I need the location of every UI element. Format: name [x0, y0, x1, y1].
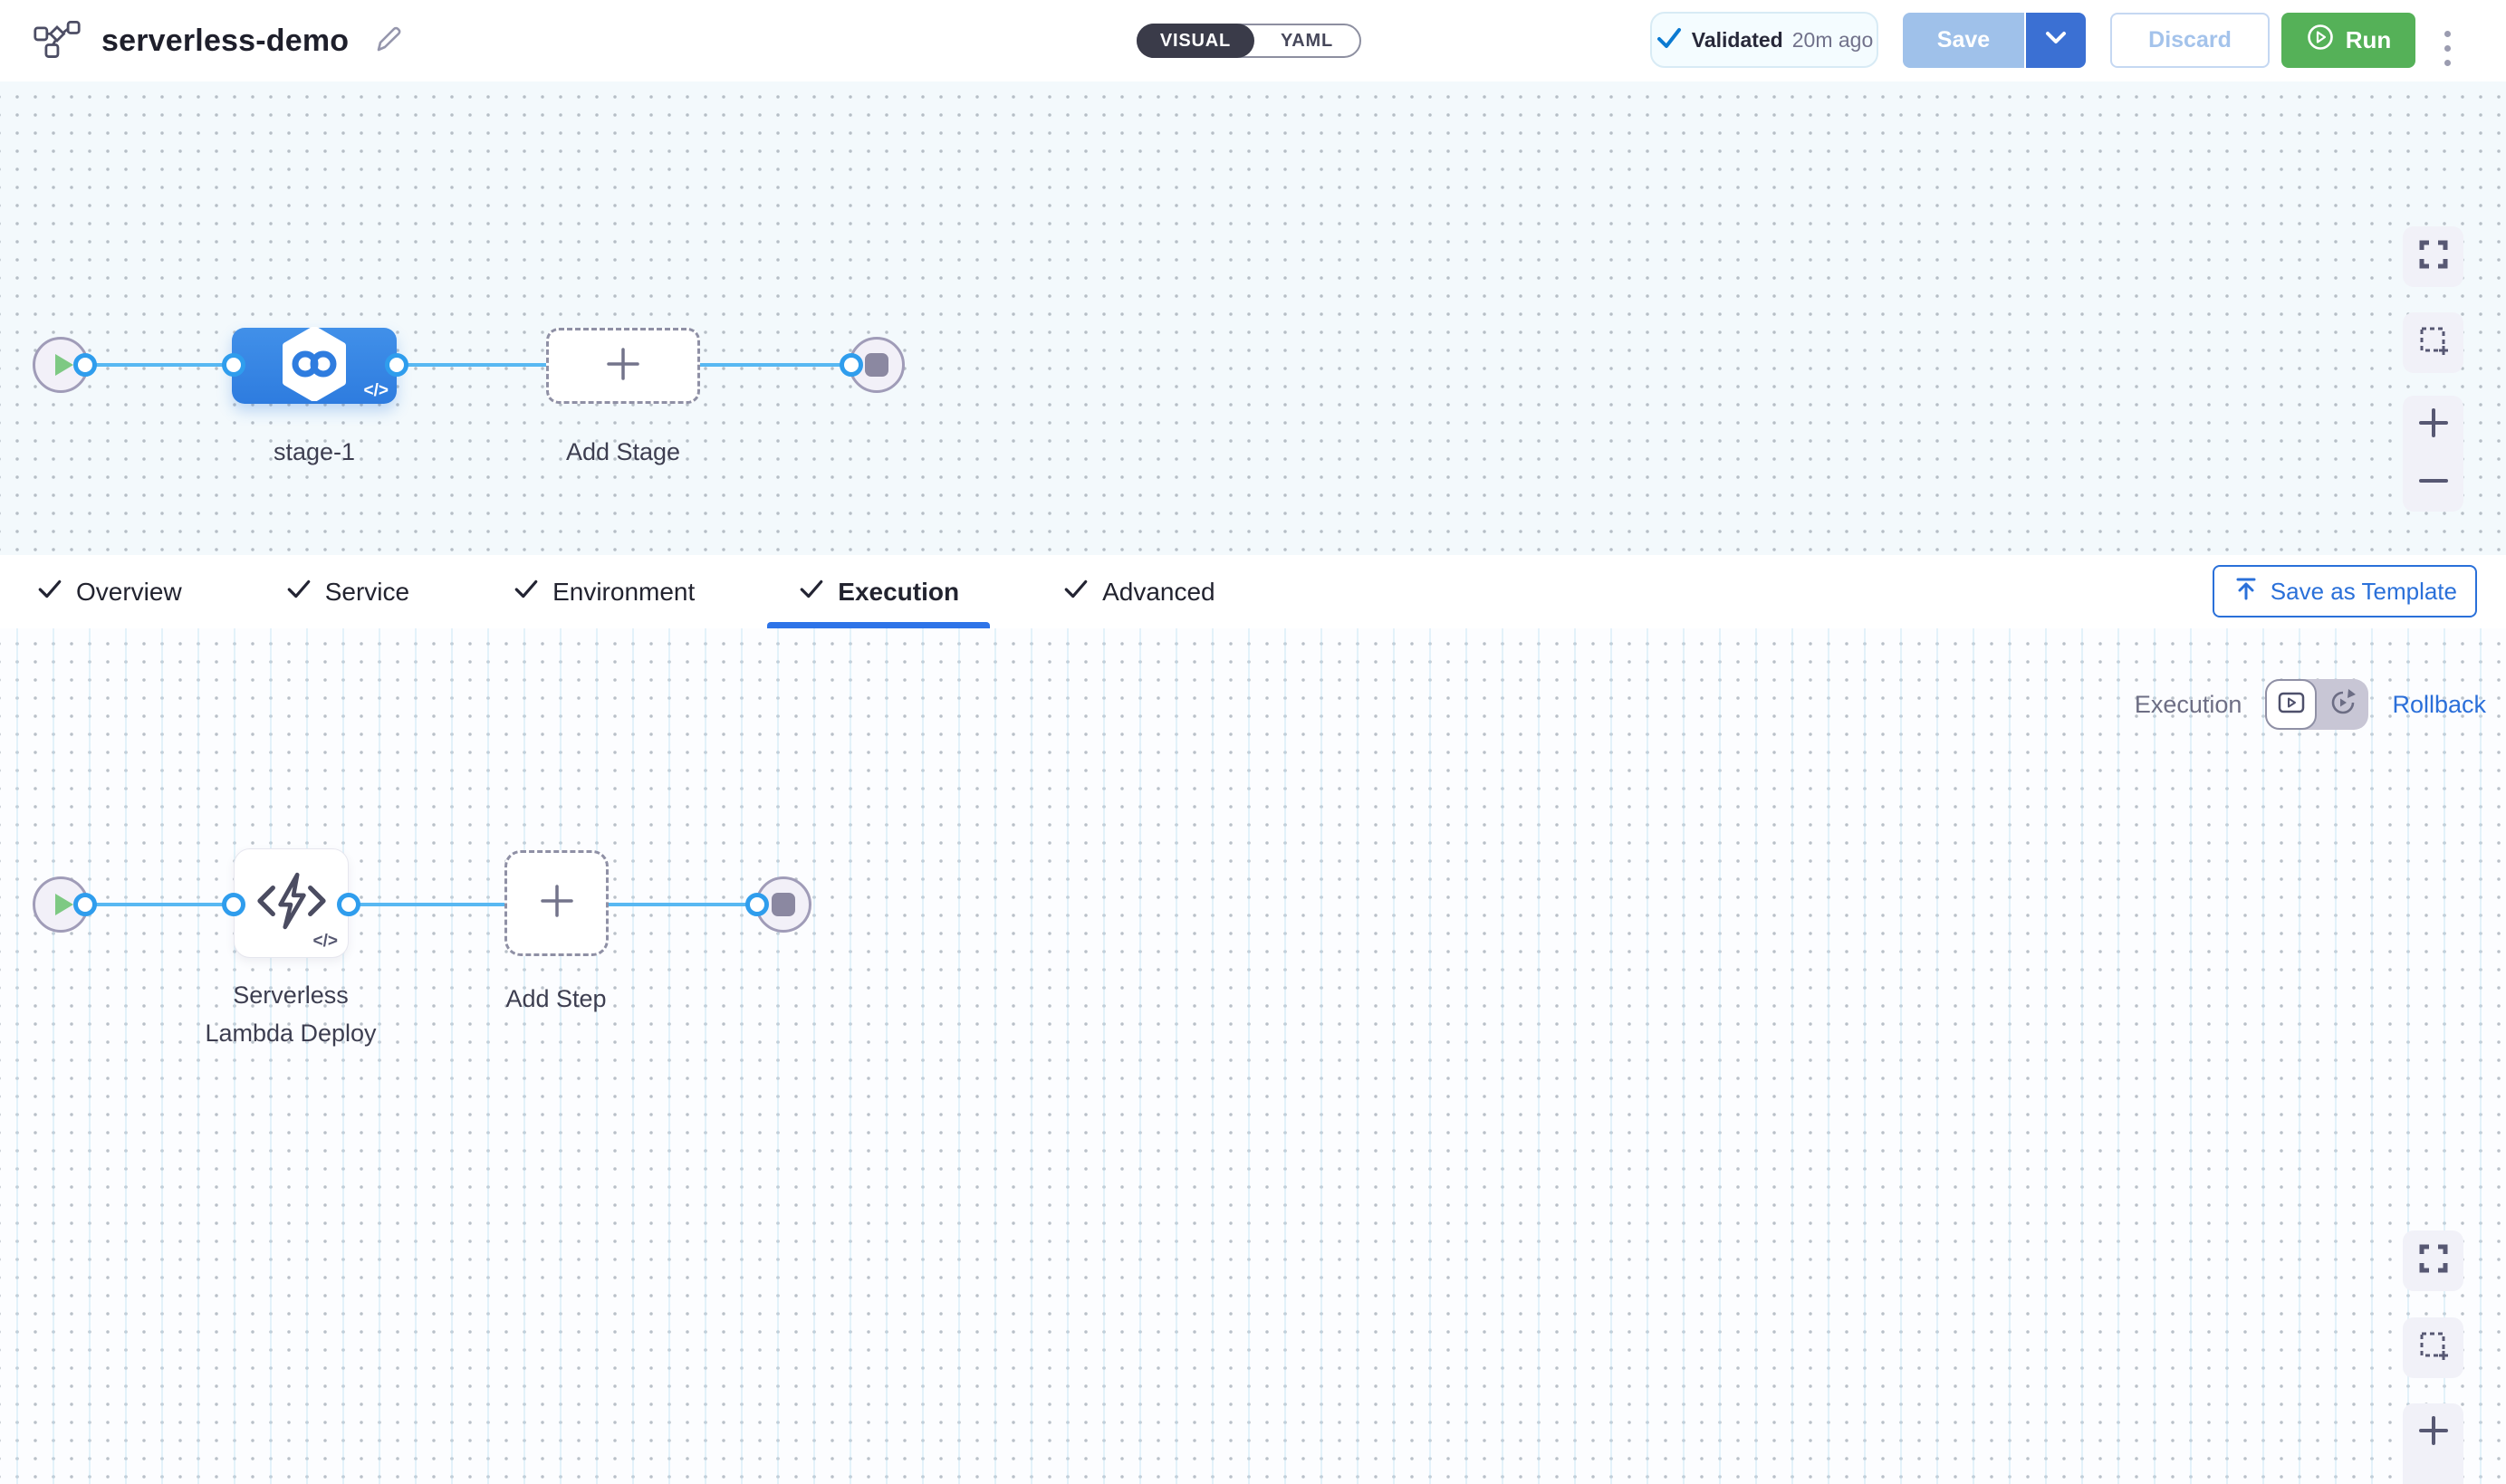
fit-to-screen-button[interactable]	[2403, 226, 2463, 287]
stage-tabs-bar: Overview Service Environment Execution	[0, 555, 2506, 628]
visual-yaml-toggle: VISUAL YAML	[1137, 24, 1361, 58]
toggle-yaml[interactable]: YAML	[1254, 25, 1359, 56]
add-stage-button[interactable]	[546, 328, 700, 404]
execution-view-button[interactable]	[2265, 679, 2317, 730]
tab-overview[interactable]: Overview	[5, 555, 213, 628]
stop-square-icon	[772, 893, 795, 916]
run-button[interactable]: Run	[2281, 13, 2415, 68]
zoom-in-icon[interactable]	[2417, 1414, 2450, 1451]
marquee-select-button[interactable]	[2403, 1317, 2463, 1378]
fit-to-screen-button[interactable]	[2403, 1230, 2463, 1291]
upload-icon	[2232, 575, 2260, 608]
discard-button[interactable]: Discard	[2110, 13, 2270, 68]
fullscreen-icon	[2418, 239, 2449, 274]
fullscreen-icon	[2418, 1243, 2449, 1278]
edit-pencil-icon	[372, 23, 405, 60]
tab-advanced[interactable]: Advanced	[1032, 555, 1246, 628]
marquee-select-icon	[2418, 1330, 2449, 1365]
stage-node[interactable]: </>	[232, 328, 397, 404]
tab-environment[interactable]: Environment	[482, 555, 725, 628]
zoom-controls	[2403, 396, 2463, 512]
tab-check-icon	[36, 575, 63, 608]
edge-start-to-stage	[85, 363, 234, 367]
port-end-in[interactable]	[745, 893, 769, 916]
validated-time: 20m ago	[1792, 28, 1874, 53]
kebab-menu-icon	[2444, 31, 2451, 37]
zoom-out-icon[interactable]	[2417, 464, 2450, 502]
add-step-label: Add Step	[466, 980, 647, 1018]
validated-status: Validated	[1692, 28, 1783, 53]
edit-title-button[interactable]	[369, 21, 408, 61]
port-step-in[interactable]	[222, 893, 245, 916]
plus-icon	[539, 883, 575, 924]
serverless-stage-icon	[281, 327, 348, 406]
plus-icon	[605, 346, 641, 387]
port-stage-out[interactable]	[385, 353, 408, 377]
lambda-step-icon	[252, 871, 331, 935]
port-start-out[interactable]	[73, 353, 97, 377]
execution-rollback-toggle	[2265, 679, 2368, 730]
header-bar: serverless-demo VISUAL YAML Validated 20…	[0, 0, 2506, 81]
page-title: serverless-demo	[101, 24, 349, 59]
kebab-menu-button[interactable]	[2436, 23, 2458, 73]
tab-check-icon	[285, 575, 312, 608]
port-step-out[interactable]	[337, 893, 360, 916]
stage-name-label: stage-1	[224, 433, 405, 471]
stop-square-icon	[865, 353, 888, 377]
validated-badge[interactable]: Validated 20m ago	[1650, 12, 1878, 68]
port-start-out[interactable]	[73, 893, 97, 916]
run-button-label: Run	[2346, 26, 2392, 54]
toggle-visual[interactable]: VISUAL	[1137, 24, 1254, 58]
tab-label: Service	[325, 578, 409, 607]
rollback-view-icon	[2328, 688, 2357, 722]
active-tab-underline	[767, 622, 990, 628]
zoom-out-icon[interactable]	[2417, 1473, 2450, 1484]
execution-canvas[interactable]: Execution	[0, 628, 2506, 1484]
port-end-in[interactable]	[840, 353, 863, 377]
pipeline-icon	[33, 18, 82, 64]
stage-canvas[interactable]: </> stage-1 Add Stage	[0, 81, 2506, 555]
tab-check-icon	[798, 575, 825, 608]
save-button[interactable]: Save	[1903, 13, 2024, 68]
rollback-link[interactable]: Rollback	[2392, 691, 2486, 719]
tab-label: Environment	[552, 578, 695, 607]
tab-service[interactable]: Service	[254, 555, 440, 628]
stage-code-icon: </>	[364, 381, 389, 401]
zoom-controls	[2403, 1403, 2463, 1484]
save-chevron-icon	[2045, 31, 2067, 50]
start-play-icon	[55, 894, 73, 915]
rollback-view-button[interactable]	[2317, 679, 2368, 730]
run-play-icon	[2306, 23, 2335, 58]
tab-check-icon	[1062, 575, 1090, 608]
validated-check-icon	[1656, 24, 1683, 56]
save-as-template-button[interactable]: Save as Template	[2213, 565, 2477, 618]
edge-step-to-addstep	[349, 903, 504, 906]
tab-check-icon	[513, 575, 540, 608]
marquee-select-button[interactable]	[2403, 312, 2463, 373]
tab-execution[interactable]: Execution	[767, 555, 990, 628]
edge-stage-to-addstage	[397, 363, 546, 367]
save-dropdown-button[interactable]	[2024, 13, 2086, 68]
tab-label: Execution	[838, 578, 959, 607]
save-as-template-label: Save as Template	[2271, 578, 2457, 606]
save-split-button: Save	[1903, 13, 2086, 68]
edge-addstage-to-end	[700, 363, 851, 367]
add-stage-label: Add Stage	[533, 433, 714, 471]
tab-label: Overview	[76, 578, 182, 607]
execution-view-row: Execution	[2135, 679, 2486, 730]
tab-label: Advanced	[1102, 578, 1215, 607]
execution-view-icon	[2277, 690, 2306, 720]
pipeline-studio-page: serverless-demo VISUAL YAML Validated 20…	[0, 0, 2506, 1484]
serverless-lambda-deploy-step[interactable]: </>	[234, 848, 349, 958]
execution-section-label: Execution	[2135, 691, 2242, 719]
add-step-button[interactable]	[504, 850, 609, 956]
marquee-select-icon	[2418, 325, 2449, 360]
step-code-icon: </>	[313, 932, 338, 952]
step-name-label: Serverless Lambda Deploy	[200, 976, 381, 1052]
zoom-in-icon[interactable]	[2417, 407, 2450, 444]
start-play-icon	[55, 354, 73, 376]
port-stage-in[interactable]	[222, 353, 245, 377]
edge-addstep-to-end	[609, 903, 757, 906]
edge-start-to-step	[85, 903, 234, 906]
